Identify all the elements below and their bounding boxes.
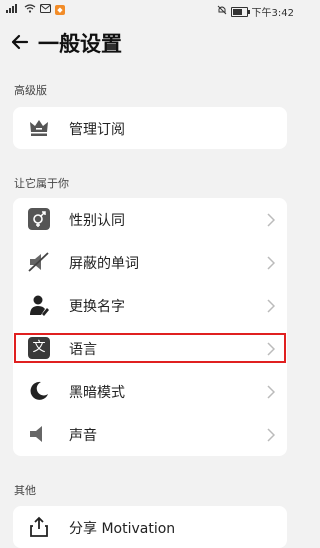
- person-edit-icon: [27, 293, 51, 317]
- row-blocked-words[interactable]: 屏蔽的单词: [13, 241, 287, 283]
- battery-icon: [230, 6, 250, 17]
- section-label-personalize: 让它属于你: [14, 177, 69, 190]
- gender-icon: [27, 207, 51, 231]
- mute-icon: [27, 250, 51, 274]
- chevron-right-icon: [267, 427, 276, 442]
- header: 一般设置: [0, 26, 300, 62]
- app-notification-icon: ◆: [55, 5, 65, 15]
- wifi-icon: [24, 4, 36, 16]
- speaker-icon: [27, 422, 51, 446]
- card-premium: 管理订阅: [13, 107, 287, 149]
- moon-icon: [27, 379, 51, 403]
- chevron-right-icon: [267, 384, 276, 399]
- chevron-right-icon: [267, 341, 276, 356]
- back-arrow-icon[interactable]: [10, 32, 30, 52]
- signal-icon: [6, 4, 20, 16]
- language-icon: 文: [27, 336, 51, 360]
- row-label: 管理订阅: [69, 122, 125, 138]
- row-manage-subscription[interactable]: 管理订阅: [13, 107, 287, 149]
- status-right: 下午3:42: [217, 4, 294, 19]
- message-icon: [40, 4, 51, 16]
- status-left: ◆: [6, 4, 65, 16]
- crown-icon: [27, 116, 51, 140]
- row-dark-mode[interactable]: 黑暗模式: [13, 370, 287, 412]
- card-personalize: 性别认同 屏蔽的单词 更换名字 文 语言 黑暗模式 声音: [13, 198, 287, 456]
- section-label-premium: 高级版: [14, 84, 47, 97]
- row-label: 声音: [69, 428, 97, 444]
- share-icon: [27, 515, 51, 539]
- chevron-right-icon: [267, 255, 276, 270]
- row-label: 更换名字: [69, 299, 125, 315]
- page-title: 一般设置: [38, 32, 122, 56]
- card-other: 分享 Motivation: [13, 506, 287, 548]
- row-change-name[interactable]: 更换名字: [13, 284, 287, 326]
- status-bar: ◆ 下午3:42: [0, 0, 300, 20]
- chevron-right-icon: [267, 298, 276, 313]
- row-label: 性别认同: [69, 213, 125, 229]
- row-gender-identity[interactable]: 性别认同: [13, 198, 287, 240]
- chevron-right-icon: [267, 212, 276, 227]
- row-language[interactable]: 文 语言: [13, 327, 287, 369]
- mute-bell-icon: [217, 5, 227, 18]
- row-label: 屏蔽的单词: [69, 256, 139, 272]
- status-time: 下午3:42: [251, 8, 294, 19]
- row-sound[interactable]: 声音: [13, 413, 287, 455]
- row-label: 分享 Motivation: [69, 521, 176, 537]
- row-share[interactable]: 分享 Motivation: [13, 506, 287, 548]
- section-label-other: 其他: [14, 484, 36, 497]
- row-label: 语言: [69, 342, 97, 358]
- row-label: 黑暗模式: [69, 385, 125, 401]
